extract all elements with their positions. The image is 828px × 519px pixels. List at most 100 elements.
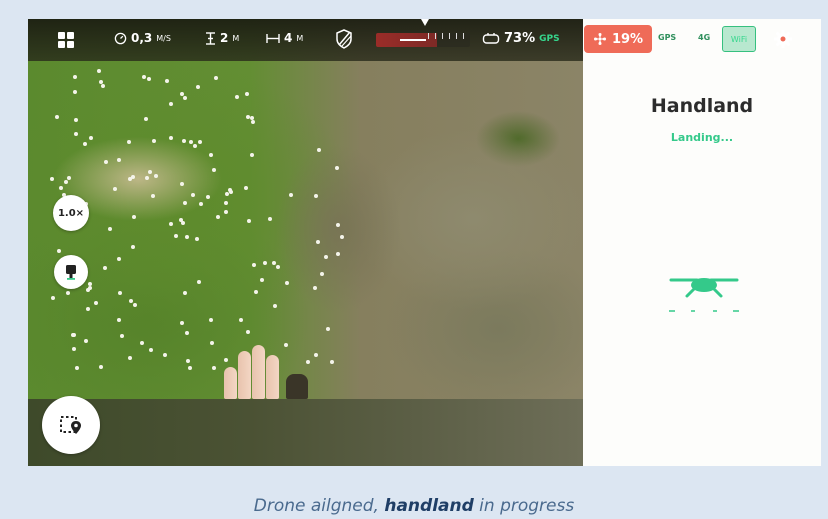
daisy-speck bbox=[55, 115, 60, 120]
daisy-speck bbox=[119, 334, 124, 339]
daisy-speck bbox=[188, 366, 193, 371]
daisy-speck bbox=[196, 84, 201, 89]
daisy-speck bbox=[148, 169, 153, 174]
daisy-speck bbox=[130, 174, 135, 179]
daisy-speck bbox=[193, 144, 198, 149]
camera-tilt-button[interactable] bbox=[54, 255, 88, 289]
daisy-speck bbox=[275, 264, 280, 269]
daisy-speck bbox=[312, 285, 317, 290]
daisy-speck bbox=[151, 194, 156, 199]
daisy-speck bbox=[142, 75, 147, 80]
daisy-speck bbox=[224, 209, 229, 214]
ground-shadow bbox=[28, 399, 583, 466]
daisy-speck bbox=[108, 227, 113, 232]
daisy-speck bbox=[183, 290, 188, 295]
map-pin-area-icon bbox=[60, 416, 81, 434]
daisy-speck bbox=[314, 353, 319, 358]
daisy-speck bbox=[339, 235, 344, 240]
daisy-speck bbox=[173, 234, 178, 239]
obstacle-shield-icon[interactable] bbox=[335, 29, 353, 49]
shoe bbox=[286, 374, 308, 399]
daisy-speck bbox=[198, 202, 203, 207]
daisy-speck bbox=[335, 223, 340, 228]
zoom-label: 1.0× bbox=[57, 207, 85, 219]
daisy-speck bbox=[139, 341, 144, 346]
daisy-speck bbox=[99, 364, 104, 369]
settings-gear-icon[interactable] bbox=[773, 29, 793, 49]
caption-bold: handland bbox=[384, 496, 474, 516]
heading-pointer-icon bbox=[421, 19, 429, 26]
daisy-speck bbox=[334, 166, 339, 171]
cellular-signal-dim: 4G bbox=[698, 33, 711, 42]
daisy-speck bbox=[180, 91, 185, 96]
daisy-speck bbox=[185, 359, 190, 364]
flight-plan-button[interactable] bbox=[42, 396, 100, 454]
daisy-speck bbox=[145, 176, 150, 181]
daisy-speck bbox=[169, 135, 174, 140]
altitude-unit: M bbox=[232, 33, 240, 43]
daisy-speck bbox=[129, 298, 134, 303]
distance-unit: M bbox=[296, 33, 304, 43]
wifi-signal-label: WiFi bbox=[730, 34, 748, 44]
drone-landing-icon bbox=[669, 278, 739, 312]
handland-panel: Handland Landing... bbox=[583, 61, 821, 466]
zoom-button[interactable]: 1.0× bbox=[53, 195, 89, 231]
daisy-speck bbox=[184, 235, 189, 239]
daisy-speck bbox=[263, 260, 268, 265]
daisy-speck bbox=[336, 251, 341, 256]
daisy-speck bbox=[74, 366, 79, 371]
daisy-speck bbox=[67, 175, 72, 180]
daisy-speck bbox=[72, 75, 77, 80]
daisy-speck bbox=[71, 346, 76, 351]
speed-readout: 0,3 M/S bbox=[114, 31, 171, 45]
daisy-speck bbox=[272, 261, 277, 266]
daisy-speck bbox=[94, 300, 99, 305]
telemetry-bar: 0,3 M/S 2 M 4 M 73% GPS bbox=[28, 19, 583, 61]
camera-feed bbox=[28, 19, 583, 466]
daisy-speck bbox=[216, 215, 221, 220]
daisy-speck bbox=[197, 279, 202, 284]
controller-icon bbox=[482, 33, 500, 44]
daisy-speck bbox=[249, 153, 254, 158]
daisy-speck bbox=[245, 91, 250, 96]
drone-app-view: 0,3 M/S 2 M 4 M 73% GPS 19% GPS 4G WiFi bbox=[28, 19, 821, 466]
altitude-icon bbox=[206, 31, 215, 45]
daisy-speck bbox=[50, 176, 55, 181]
controller-battery-value: 73% bbox=[504, 31, 536, 46]
daisy-speck bbox=[285, 281, 290, 286]
daisy-speck bbox=[238, 317, 243, 322]
daisy-speck bbox=[251, 119, 256, 124]
daisy-speck bbox=[324, 254, 329, 259]
daisy-speck bbox=[149, 348, 154, 353]
panel-title: Handland bbox=[650, 95, 754, 117]
daisy-speck bbox=[195, 237, 200, 242]
daisy-speck bbox=[212, 168, 217, 173]
daisy-speck bbox=[147, 77, 152, 82]
daisy-speck bbox=[209, 152, 214, 157]
wifi-signal-badge: WiFi bbox=[722, 26, 756, 52]
daisy-speck bbox=[71, 333, 76, 338]
daisy-speck bbox=[326, 327, 331, 332]
daisy-speck bbox=[56, 249, 61, 254]
speed-value: 0,3 bbox=[131, 31, 153, 45]
daisy-speck bbox=[130, 244, 135, 249]
daisy-speck bbox=[267, 216, 272, 221]
daisy-speck bbox=[273, 303, 278, 308]
figure-caption: Drone ailgned, handland in progress bbox=[0, 496, 828, 516]
camera-gimbal-icon bbox=[66, 265, 76, 280]
grid-menu-icon[interactable] bbox=[58, 32, 74, 48]
drone-battery-value: 19% bbox=[611, 31, 644, 47]
daisy-speck bbox=[100, 84, 105, 89]
daisy-speck bbox=[209, 340, 214, 345]
daisy-speck bbox=[246, 218, 251, 223]
daisy-speck bbox=[313, 193, 318, 198]
distance-readout: 4 M bbox=[266, 31, 303, 45]
daisy-speck bbox=[103, 266, 108, 271]
daisy-speck bbox=[63, 179, 68, 184]
daisy-speck bbox=[191, 193, 196, 198]
daisy-speck bbox=[117, 290, 122, 295]
daisy-speck bbox=[127, 140, 132, 144]
daisy-speck bbox=[88, 136, 93, 141]
daisy-speck bbox=[73, 117, 78, 122]
daisy-speck bbox=[66, 291, 71, 296]
